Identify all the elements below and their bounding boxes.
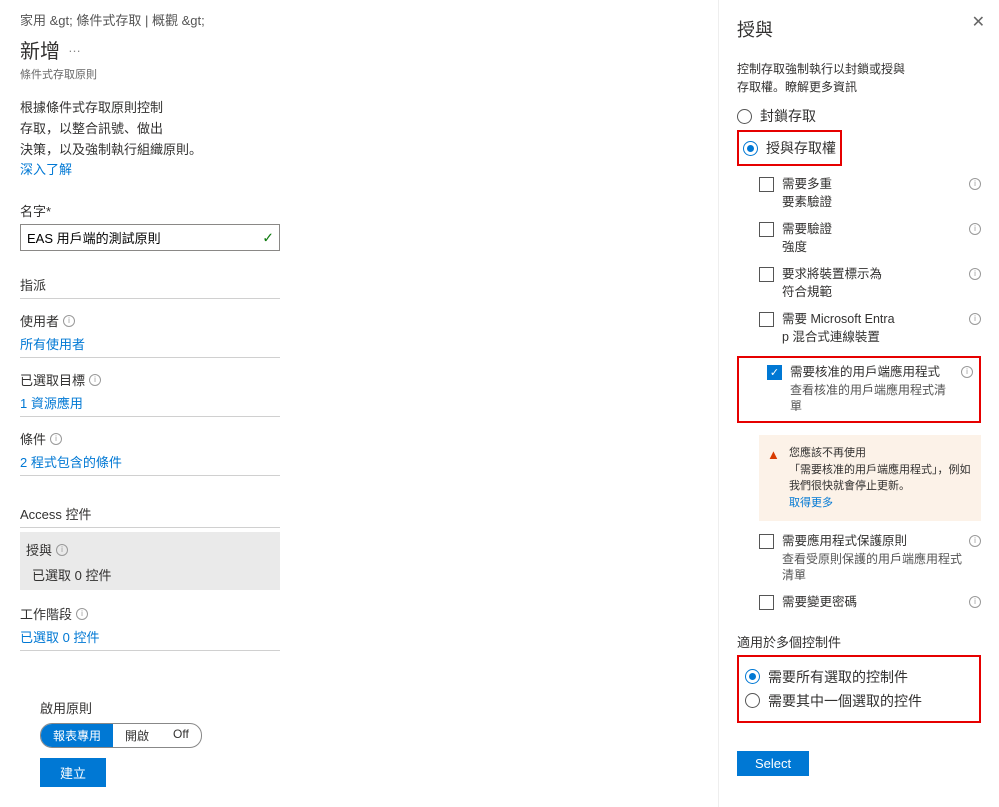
select-button[interactable]: Select (737, 751, 809, 776)
checkbox-icon (759, 177, 774, 192)
grant-row[interactable]: 授與 i 已選取 0 控件 (20, 532, 280, 590)
checkbox-checked-icon: ✓ (767, 365, 782, 380)
breadcrumb: 家用 &gt; 條件式存取 | 概觀 &gt; (20, 10, 698, 29)
seg-on[interactable]: 開啟 (113, 724, 161, 747)
users-label: 使用者 i (20, 311, 698, 330)
users-value-link[interactable]: 所有使用者 (20, 334, 280, 358)
conditions-value-link[interactable]: 2 程式包含的條件 (20, 452, 280, 476)
breadcrumb-ca[interactable]: 條件式存取 | 概觀 &gt; (76, 13, 204, 28)
access-controls-header: Access 控件 (20, 504, 280, 528)
radio-icon (745, 669, 760, 684)
enable-policy-label: 啟用原則 (40, 698, 202, 717)
block-access-radio[interactable]: 封鎖存取 (737, 106, 981, 126)
require-password-change-checkbox[interactable]: 需要變更密碼 i (759, 594, 981, 612)
warning-learn-more-link[interactable]: 取得更多 (789, 497, 833, 509)
radio-icon (737, 109, 752, 124)
seg-off[interactable]: Off (161, 724, 201, 747)
name-label: 名字 (20, 201, 698, 220)
multiple-controls-label: 適用於多個控制件 (737, 632, 981, 651)
checkbox-icon (759, 312, 774, 327)
info-icon[interactable]: i (50, 433, 62, 445)
grant-access-radio[interactable]: 授與存取權 (743, 138, 836, 158)
page-title: 新增 (20, 35, 60, 64)
require-compliant-device-checkbox[interactable]: 要求將裝置標示為 符合規範 i (759, 266, 981, 301)
breadcrumb-home[interactable]: 家用 &gt; (20, 13, 73, 28)
enable-policy-toggle[interactable]: 報表專用 開啟 Off (40, 723, 202, 748)
info-icon[interactable]: i (969, 313, 981, 325)
require-all-controls-radio[interactable]: 需要所有選取的控制件 (745, 667, 973, 687)
checkbox-icon (759, 595, 774, 610)
assignments-header: 指派 (20, 275, 280, 299)
warning-icon: ▲ (767, 445, 780, 465)
seg-report-only[interactable]: 報表專用 (41, 724, 113, 747)
more-menu-icon[interactable]: … (60, 40, 89, 55)
session-value-link[interactable]: 已選取 0 控件 (20, 627, 280, 651)
info-icon[interactable]: i (56, 544, 68, 556)
policy-name-input[interactable] (20, 224, 280, 251)
page-subtitle: 條件式存取原則 (20, 66, 698, 82)
targets-label: 已選取目標 i (20, 370, 698, 389)
require-entra-hybrid-checkbox[interactable]: 需要 Microsoft Entra p 混合式連線裝置 i (759, 311, 981, 346)
learn-more-link[interactable]: 深入了解 (20, 162, 72, 177)
info-icon[interactable]: i (89, 374, 101, 386)
checkbox-icon (759, 267, 774, 282)
checkbox-icon (759, 534, 774, 549)
panel-description: 控制存取強制執行以封鎖或授與 存取權。瞭解更多資訊 (737, 60, 981, 96)
info-icon[interactable]: i (969, 223, 981, 235)
targets-value-link[interactable]: 1 資源應用 (20, 393, 280, 417)
radio-icon (745, 693, 760, 708)
checkbox-icon (759, 222, 774, 237)
info-icon[interactable]: i (961, 366, 973, 378)
info-icon[interactable]: i (76, 608, 88, 620)
session-label: 工作階段 i (20, 604, 698, 623)
info-icon[interactable]: i (969, 268, 981, 280)
create-button[interactable]: 建立 (40, 758, 106, 787)
check-icon: ✓ (262, 229, 274, 246)
require-approved-app-checkbox[interactable]: ✓ 需要核准的用戶端應用程式 查看核准的用戶端應用程式清單 i (745, 364, 973, 415)
info-icon[interactable]: i (969, 535, 981, 547)
info-icon[interactable]: i (63, 315, 75, 327)
require-one-control-radio[interactable]: 需要其中一個選取的控件 (745, 691, 973, 711)
info-icon[interactable]: i (969, 178, 981, 190)
deprecation-warning: ▲ 您應該不再使用 「需要核准的用戶端應用程式」，例如 我們很快就會停止更新。 … (759, 435, 981, 521)
info-icon[interactable]: i (969, 596, 981, 608)
policy-description: 根據條件式存取原則控制 存取，以整合訊號、做出 決策，以及強制執行組織原則。 深… (20, 98, 280, 181)
close-icon[interactable]: ✕ (972, 12, 985, 32)
radio-icon (743, 141, 758, 156)
require-mfa-checkbox[interactable]: 需要多重 要素驗證 i (759, 176, 981, 211)
require-app-protection-checkbox[interactable]: 需要應用程式保護原則 查看受原則保護的用戶端應用程式 清單 i (759, 533, 981, 584)
panel-title: 授與 (737, 16, 981, 42)
require-auth-strength-checkbox[interactable]: 需要驗證 強度 i (759, 221, 981, 256)
conditions-label: 條件 i (20, 429, 698, 448)
